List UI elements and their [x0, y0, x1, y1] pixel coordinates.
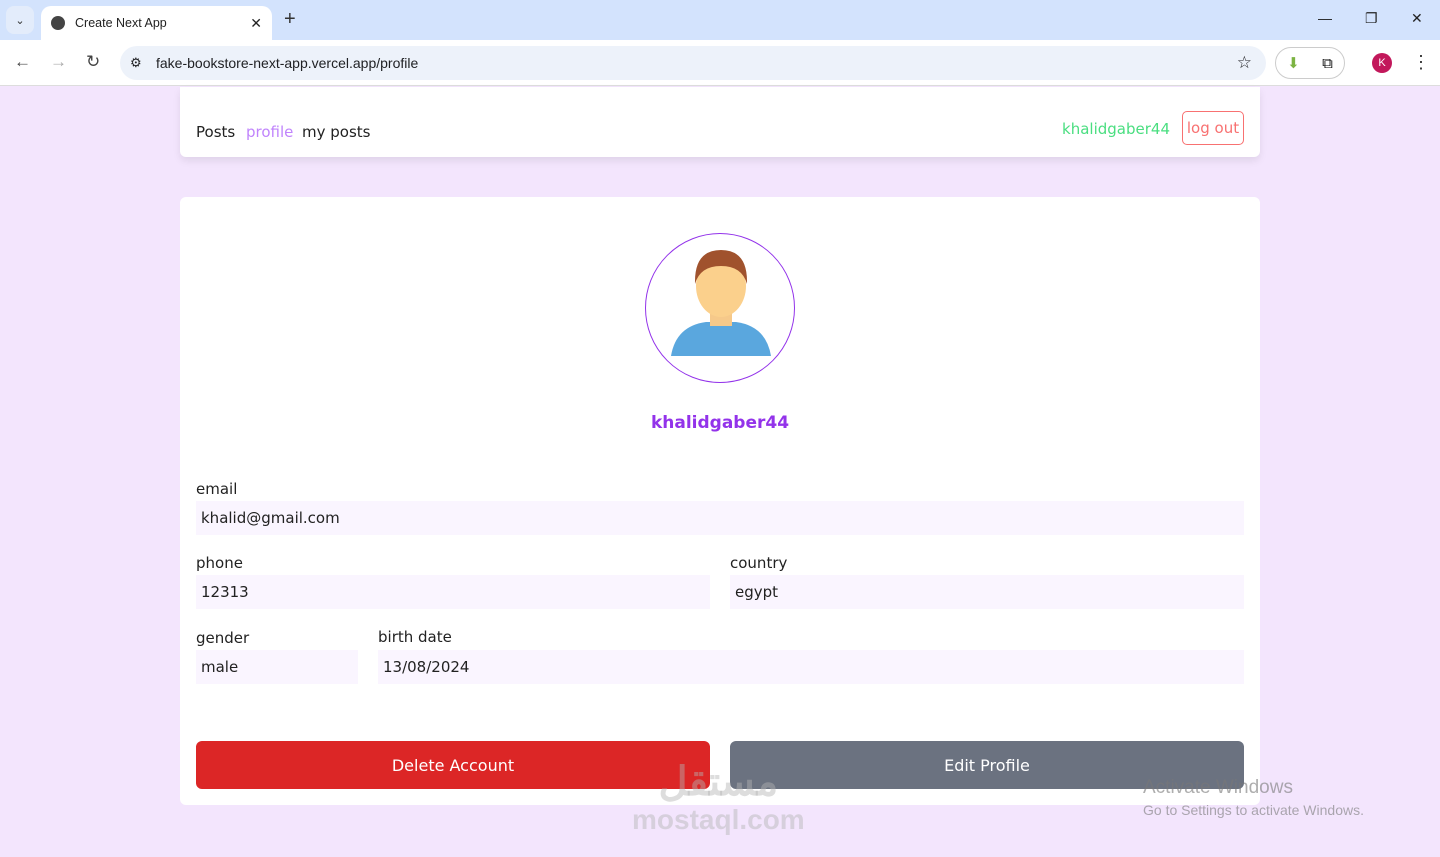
- minimize-button[interactable]: —: [1318, 10, 1332, 26]
- download-extension-icon[interactable]: ⬇: [1287, 54, 1300, 72]
- nav-posts[interactable]: Posts: [196, 123, 235, 141]
- gender-field[interactable]: male: [196, 650, 358, 684]
- browser-tab[interactable]: Create Next App ✕: [41, 6, 272, 40]
- country-field[interactable]: egypt: [730, 575, 1244, 609]
- kebab-menu-icon[interactable]: ⋮: [1412, 52, 1430, 73]
- activation-subtitle: Go to Settings to activate Windows.: [1143, 802, 1364, 818]
- nav-username: khalidgaber44: [1062, 120, 1170, 138]
- browser-toolbar: ← → ↻ ⚙ fake-bookstore-next-app.vercel.a…: [0, 40, 1440, 86]
- bookmark-star-icon[interactable]: ☆: [1237, 53, 1252, 73]
- gender-label: gender: [196, 629, 250, 647]
- phone-field[interactable]: 12313: [196, 575, 710, 609]
- user-avatar-icon: [671, 250, 771, 356]
- birth-date-field[interactable]: 13/08/2024: [378, 650, 1244, 684]
- tab-title: Create Next App: [75, 16, 167, 30]
- nav-profile[interactable]: profile: [246, 123, 293, 141]
- email-label: email: [196, 480, 238, 498]
- site-header: Posts profile my posts khalidgaber44 log…: [180, 87, 1260, 157]
- country-label: country: [730, 554, 788, 572]
- close-tab-icon[interactable]: ✕: [250, 15, 262, 32]
- activation-title: Activate Windows: [1143, 777, 1293, 798]
- profile-card: khalidgaber44 email khalid@gmail.com pho…: [180, 197, 1260, 805]
- watermark-latin: mostaql.com: [632, 804, 805, 835]
- watermark-arabic: مستقل: [658, 760, 779, 804]
- profile-username: khalidgaber44: [650, 413, 790, 433]
- globe-icon: [51, 16, 65, 30]
- email-field[interactable]: khalid@gmail.com: [196, 501, 1244, 535]
- avatar: [645, 233, 795, 383]
- mostaql-watermark: مستقل mostaql.com: [632, 760, 805, 836]
- forward-button[interactable]: →: [50, 52, 67, 72]
- new-tab-button[interactable]: +: [284, 8, 296, 31]
- phone-label: phone: [196, 554, 243, 572]
- logout-button[interactable]: log out: [1182, 111, 1244, 145]
- nav-my-posts[interactable]: my posts: [302, 123, 370, 141]
- close-window-button[interactable]: ✕: [1411, 10, 1423, 27]
- site-info-icon[interactable]: ⚙: [130, 55, 142, 71]
- birth-date-label: birth date: [378, 628, 452, 646]
- tab-strip: ⌄ Create Next App ✕ + — ❐ ✕: [0, 0, 1440, 40]
- profile-avatar[interactable]: K: [1372, 53, 1392, 73]
- puzzle-icon[interactable]: ⧉: [1322, 55, 1333, 72]
- windows-activation-notice: Activate Windows Go to Settings to activ…: [1143, 777, 1364, 818]
- address-bar[interactable]: ⚙ fake-bookstore-next-app.vercel.app/pro…: [120, 46, 1266, 80]
- url-text: fake-bookstore-next-app.vercel.app/profi…: [156, 55, 419, 71]
- restore-button[interactable]: ❐: [1365, 10, 1378, 27]
- extensions-group: ⬇ ⧉: [1275, 47, 1345, 79]
- tab-search-button[interactable]: ⌄: [6, 6, 34, 34]
- reload-button[interactable]: ↻: [86, 52, 100, 72]
- back-button[interactable]: ←: [14, 52, 31, 72]
